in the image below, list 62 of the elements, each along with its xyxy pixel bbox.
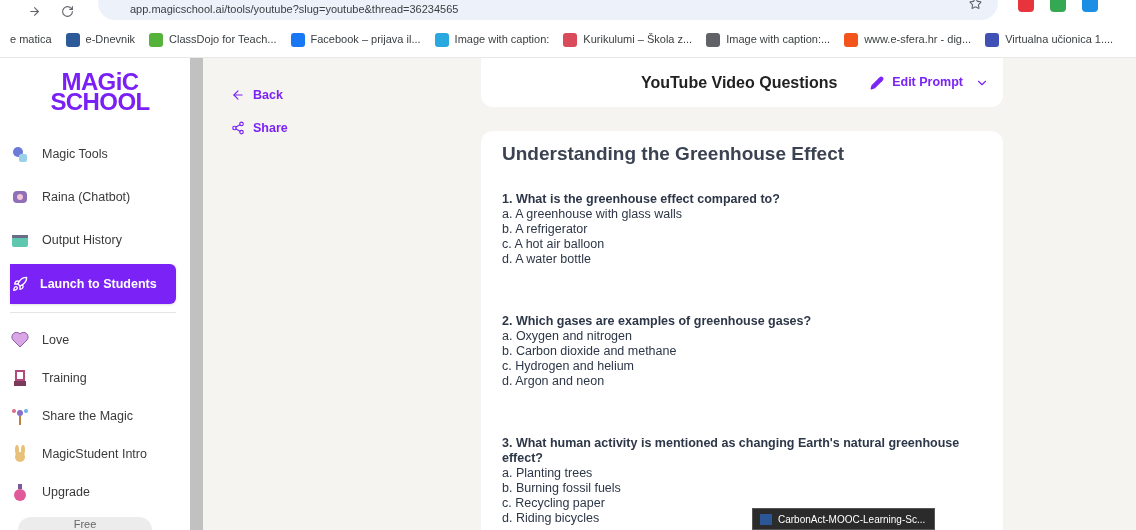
sidebar-item[interactable]: Magic Tools — [10, 134, 176, 174]
sidebar-item[interactable]: Raina (Chatbot) — [10, 177, 176, 217]
question-text: 2. Which gases are examples of greenhouse gases? — [502, 313, 812, 329]
bookmark[interactable]: Facebook – prijava il... — [290, 31, 421, 48]
bookmark-favicon — [563, 32, 578, 47]
bookmark-favicon — [290, 32, 305, 47]
answer-option: d. A water bottle — [502, 251, 591, 267]
bookmark-favicon — [434, 32, 449, 47]
reload-icon[interactable] — [61, 4, 74, 18]
sidebar-item[interactable]: Training — [10, 359, 190, 397]
bookmark[interactable]: e-Dnevnik — [65, 31, 136, 48]
answer-option: c. A hot air balloon — [502, 236, 605, 252]
edit-prompt-button[interactable]: Edit Prompt — [870, 73, 989, 92]
url-text: app.magicschool.ai/tools/youtube?slug=youtube&thread=36234565 — [130, 2, 459, 16]
answer-option: d. Argon and neon — [502, 373, 605, 389]
sidebar-item[interactable]: Upgrade — [10, 473, 190, 511]
sidebar-item-icon — [10, 144, 30, 164]
bookmark-favicon — [985, 32, 1000, 47]
bookmark[interactable]: ClassDojo for Teach... — [149, 31, 277, 48]
answer-option: d. Riding bicycles — [502, 510, 600, 526]
bookmark-favicon — [65, 32, 80, 47]
tool-title: YouTube Video Questions — [641, 72, 838, 93]
bookmark[interactable]: Image with caption:... — [706, 31, 831, 48]
forward-icon[interactable] — [28, 4, 41, 18]
sidebar-item-icon — [10, 330, 30, 350]
answer-option: b. Carbon dioxide and methane — [502, 343, 677, 359]
share-icon — [231, 121, 245, 136]
bookmark[interactable]: e matica — [10, 31, 52, 48]
extension-icon[interactable] — [1018, 0, 1034, 12]
sidebar-item[interactable]: Launch to Students — [10, 264, 176, 304]
sidebar-item[interactable]: Output History — [10, 220, 176, 260]
bookmark[interactable]: Virtualna učionica 1.... — [985, 31, 1114, 48]
logo[interactable]: MAGiC SCHOOL — [50, 72, 150, 112]
answer-option: a. Oxygen and nitrogen — [502, 328, 632, 344]
bookmark-favicon — [706, 32, 721, 47]
output-title: Understanding the Greenhouse Effect — [502, 142, 846, 166]
pencil-icon — [870, 75, 885, 90]
bookmark-favicon — [844, 32, 859, 47]
bookmark[interactable]: Image with caption: — [434, 31, 550, 48]
taskbar-preview[interactable]: CarbonAct-MOOC-Learning-Sc... — [752, 508, 935, 530]
sidebar-item[interactable]: MagicStudent Intro — [10, 435, 190, 473]
sidebar-item[interactable]: Share the Magic — [10, 397, 190, 435]
share-link[interactable]: Share — [231, 118, 481, 138]
answer-option: c. Recycling paper — [502, 495, 605, 511]
rocket-icon — [12, 276, 28, 292]
plan-button[interactable]: Free — [18, 517, 152, 530]
sidebar-item-icon — [10, 406, 30, 426]
bookmark[interactable]: Kurikulumi – Škola z... — [563, 31, 693, 48]
answer-option: a. Planting trees — [502, 465, 593, 481]
bookmark[interactable]: www.e-sfera.hr - dig... — [844, 31, 972, 48]
answer-option: b. Burning fossil fuels — [502, 480, 621, 496]
answer-option: a. A greenhouse with glass walls — [502, 206, 682, 222]
address-bar[interactable]: app.magicschool.ai/tools/youtube?slug=youtube&thread=36234565 — [98, 0, 998, 20]
question-text: 3. What human activity is mentioned as changing Earth's natural greenhouse effect? — [502, 435, 961, 466]
sidebar-item[interactable]: Love — [10, 321, 190, 359]
answer-option: b. A refrigerator — [502, 221, 588, 237]
document-icon — [760, 513, 772, 525]
back-link[interactable]: Back — [231, 86, 481, 105]
question-text: 1. What is the greenhouse effect compared to? — [502, 191, 780, 207]
answer-option: c. Hydrogen and helium — [502, 358, 635, 374]
bookmark-star-icon[interactable] — [969, 0, 982, 10]
bookmark-favicon — [149, 32, 164, 47]
